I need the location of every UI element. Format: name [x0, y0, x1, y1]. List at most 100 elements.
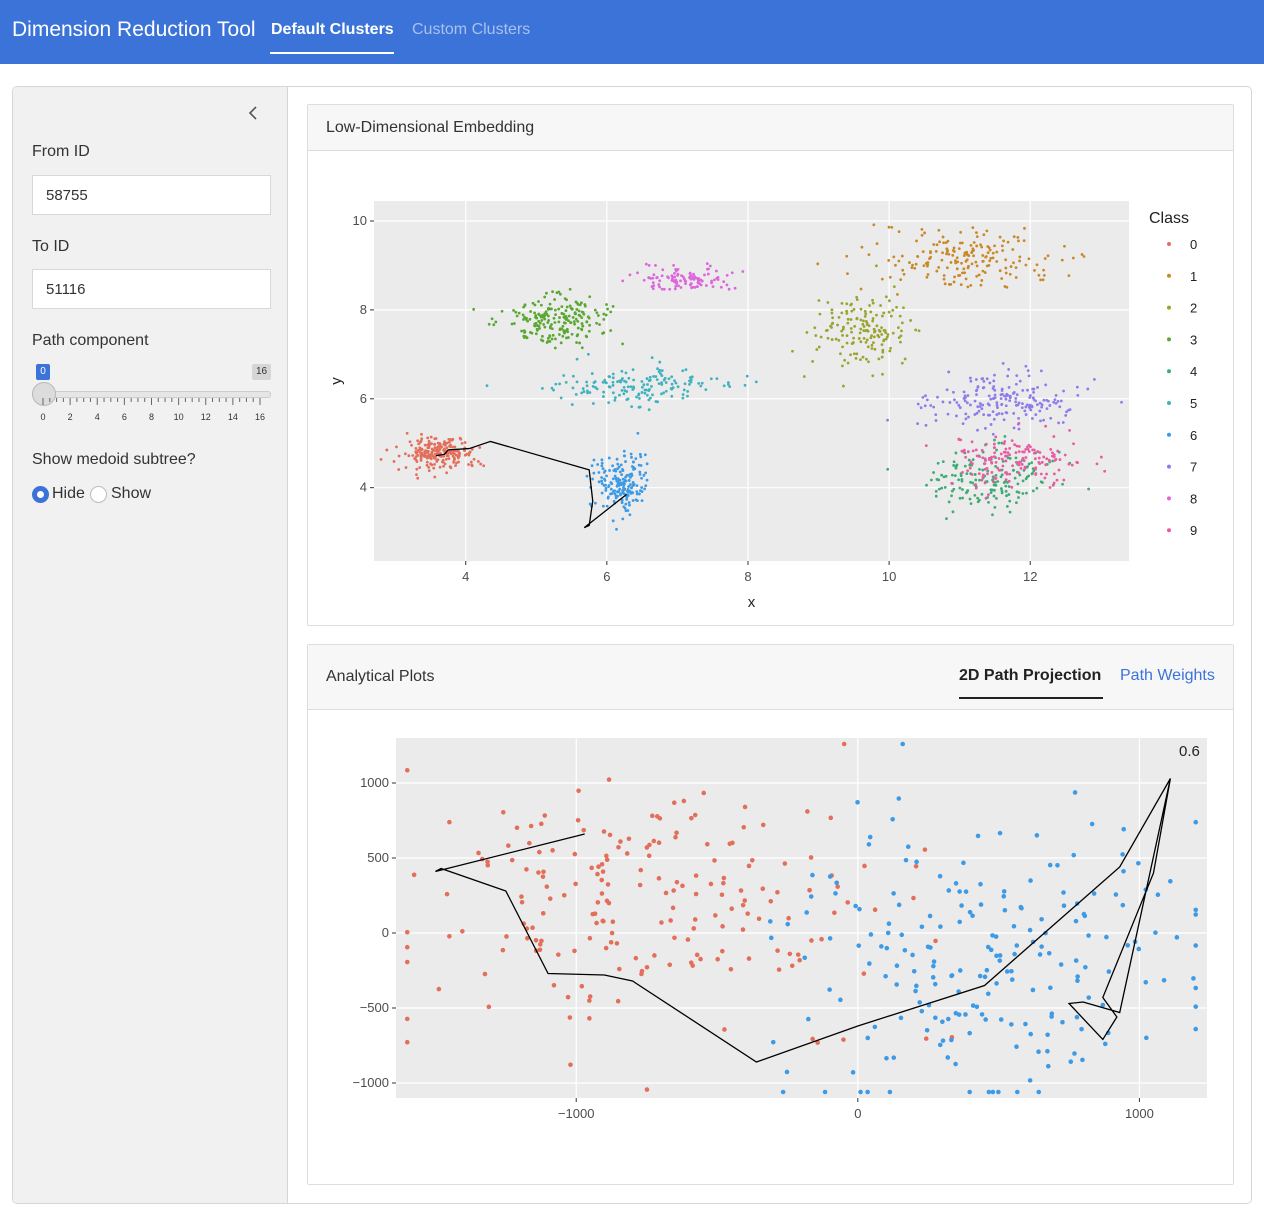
data-point — [940, 1038, 946, 1043]
data-point — [623, 488, 626, 492]
path-component-slider[interactable] — [32, 391, 271, 398]
data-point — [970, 473, 974, 476]
data-point — [1007, 368, 1011, 371]
x-tick-label: 6 — [603, 569, 610, 584]
data-point — [605, 504, 609, 508]
data-point — [894, 963, 900, 969]
data-point — [630, 405, 634, 409]
data-point — [888, 275, 892, 279]
data-point — [872, 907, 878, 913]
data-point — [898, 314, 902, 318]
data-point — [871, 298, 874, 302]
data-point — [795, 952, 801, 957]
radio-hide[interactable] — [32, 486, 49, 503]
data-point — [995, 403, 999, 407]
data-point — [980, 245, 984, 249]
data-point — [884, 945, 890, 951]
data-point — [658, 285, 661, 289]
data-point — [981, 259, 985, 263]
data-point — [952, 390, 955, 394]
data-point — [551, 290, 554, 294]
data-point — [1000, 402, 1004, 406]
embedding-scatter-plot[interactable]: 4 6 8 10 1246810xyClass0123456789 — [308, 151, 1233, 625]
data-point — [554, 337, 557, 341]
legend-label: 4 — [1190, 364, 1197, 379]
data-point — [789, 963, 795, 969]
data-point — [624, 851, 630, 856]
data-point — [1052, 481, 1056, 485]
data-point — [410, 443, 413, 447]
data-point — [447, 437, 451, 441]
data-point — [452, 456, 456, 460]
data-point — [913, 988, 918, 994]
data-point — [585, 320, 589, 324]
tab-2d-path-projection[interactable]: 2D Path Projection — [959, 667, 1101, 685]
data-point — [643, 453, 647, 457]
data-point — [1005, 472, 1009, 476]
data-point — [953, 881, 959, 886]
radio-show[interactable] — [90, 486, 107, 503]
data-point — [1039, 369, 1043, 373]
data-point — [942, 241, 946, 245]
data-point — [962, 450, 966, 454]
data-point — [742, 898, 748, 903]
from-id-input[interactable] — [32, 175, 271, 215]
data-point — [699, 283, 703, 287]
data-point — [590, 464, 594, 468]
data-point — [881, 348, 885, 352]
tab-path-weights[interactable]: Path Weights — [1120, 667, 1215, 685]
data-point — [429, 456, 432, 460]
tab-custom-clusters[interactable]: Custom Clusters — [412, 21, 530, 39]
data-point — [1049, 448, 1053, 451]
data-point — [411, 454, 415, 457]
data-point — [1056, 449, 1060, 453]
data-point — [537, 324, 541, 328]
data-point — [700, 381, 704, 385]
legend-key — [1167, 337, 1171, 342]
data-point — [919, 924, 925, 930]
data-point — [630, 486, 634, 489]
data-point — [616, 490, 620, 494]
data-point — [625, 498, 629, 501]
data-point — [1026, 388, 1029, 392]
data-point — [433, 462, 436, 466]
data-point — [564, 309, 568, 312]
data-point — [566, 330, 570, 334]
data-point — [1072, 790, 1078, 795]
data-point — [782, 861, 788, 866]
data-point — [658, 279, 662, 283]
data-point — [940, 258, 944, 262]
data-point — [996, 406, 999, 409]
tab-default-clusters[interactable]: Default Clusters — [271, 21, 394, 39]
data-point — [575, 357, 579, 361]
data-point — [1061, 421, 1065, 424]
data-point — [574, 300, 578, 304]
data-point — [882, 339, 886, 343]
data-point — [607, 485, 610, 489]
data-point — [597, 480, 601, 484]
data-point — [969, 379, 973, 383]
data-point — [884, 295, 888, 299]
app-title: Dimension Reduction Tool — [12, 18, 256, 41]
data-point — [418, 440, 422, 444]
data-point — [379, 457, 383, 461]
collapse-sidebar-button[interactable] — [243, 101, 265, 125]
data-point — [873, 330, 876, 334]
data-point — [954, 451, 958, 455]
to-id-input[interactable] — [32, 269, 271, 309]
data-point — [658, 360, 662, 364]
data-point — [690, 963, 696, 968]
data-point — [420, 448, 424, 452]
data-point — [595, 900, 601, 905]
path-projection-plot[interactable]: −1000 0 1000−1000−500050010000.6 — [308, 710, 1233, 1184]
data-point — [1036, 1089, 1042, 1095]
data-point — [950, 473, 954, 477]
data-point — [986, 472, 989, 476]
data-point — [836, 323, 839, 327]
data-point — [1004, 266, 1008, 270]
data-point — [608, 939, 614, 945]
data-point — [571, 316, 575, 319]
data-point — [1001, 894, 1007, 899]
data-point — [429, 462, 432, 466]
data-point — [722, 384, 726, 388]
